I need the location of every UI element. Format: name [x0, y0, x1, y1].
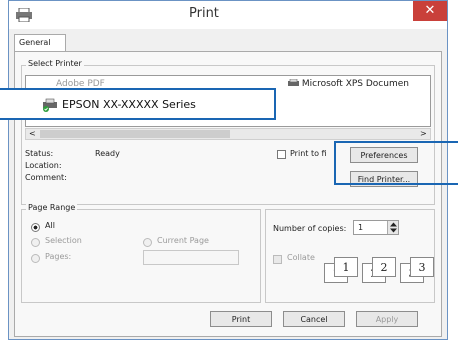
- printer-item-microsoft-xps[interactable]: Microsoft XPS Documen: [288, 78, 409, 91]
- page-range-pages-label: Pages:: [45, 252, 72, 261]
- printer-default-icon: [43, 98, 57, 112]
- collate-page-3b: 3: [410, 257, 434, 277]
- printer-item-label: Microsoft XPS Documen: [301, 79, 409, 89]
- status-value: Ready: [95, 149, 120, 158]
- status-label: Status:: [25, 149, 54, 158]
- collate-page-2b: 2: [372, 257, 396, 277]
- close-button[interactable]: ✕: [413, 1, 447, 21]
- print-to-file-label: Print to fi: [290, 149, 327, 158]
- pages-input[interactable]: [143, 250, 239, 265]
- collate-illustration: 1 1 2 2 3 3: [320, 251, 440, 289]
- printer-icon: [16, 8, 32, 22]
- scroll-left-arrow[interactable]: <: [29, 129, 36, 138]
- collate-digit: 1: [342, 261, 350, 274]
- page-range-selection-radio[interactable]: [31, 238, 40, 247]
- page-range-current-page-radio[interactable]: [143, 238, 152, 247]
- collate-checkbox[interactable]: [273, 255, 282, 264]
- location-label: Location:: [25, 161, 62, 170]
- tab-general[interactable]: General: [14, 34, 66, 52]
- collate-digit: 3: [418, 261, 426, 274]
- printer-item-epson[interactable]: EPSON XX-XXXXX Series: [0, 88, 276, 120]
- window-title: Print: [189, 6, 219, 21]
- page-range-all-radio[interactable]: [31, 223, 40, 232]
- page-range-all-label: All: [45, 221, 55, 230]
- scrollbar-thumb[interactable]: [40, 130, 230, 138]
- printer-item-label: EPSON XX-XXXXX Series: [62, 98, 196, 111]
- page-range-legend: Page Range: [26, 203, 78, 212]
- cancel-button[interactable]: Cancel: [283, 311, 345, 327]
- print-to-file-checkbox[interactable]: [277, 150, 286, 159]
- select-printer-legend: Select Printer: [26, 59, 84, 68]
- copies-spinner[interactable]: [387, 221, 398, 234]
- page-range-pages-radio[interactable]: [31, 254, 40, 263]
- copies-value: 1: [358, 223, 364, 232]
- print-button[interactable]: Print: [210, 311, 272, 327]
- preferences-highlight: [334, 141, 458, 185]
- scroll-right-arrow[interactable]: >: [420, 129, 427, 138]
- comment-label: Comment:: [25, 173, 67, 182]
- number-of-copies-label: Number of copies:: [273, 224, 347, 233]
- title-bar: Print ✕: [9, 1, 447, 29]
- printer-icon: [288, 78, 299, 86]
- spinner-arrows-icon: [390, 222, 397, 233]
- printer-list-scrollbar[interactable]: < >: [25, 128, 431, 140]
- page-range-selection-label: Selection: [45, 236, 82, 245]
- collate-page-1b: 1: [334, 257, 358, 277]
- apply-button[interactable]: Apply: [356, 311, 418, 327]
- collate-label: Collate: [287, 253, 315, 262]
- page-range-current-page-label: Current Page: [157, 236, 209, 245]
- collate-digit: 2: [380, 261, 388, 274]
